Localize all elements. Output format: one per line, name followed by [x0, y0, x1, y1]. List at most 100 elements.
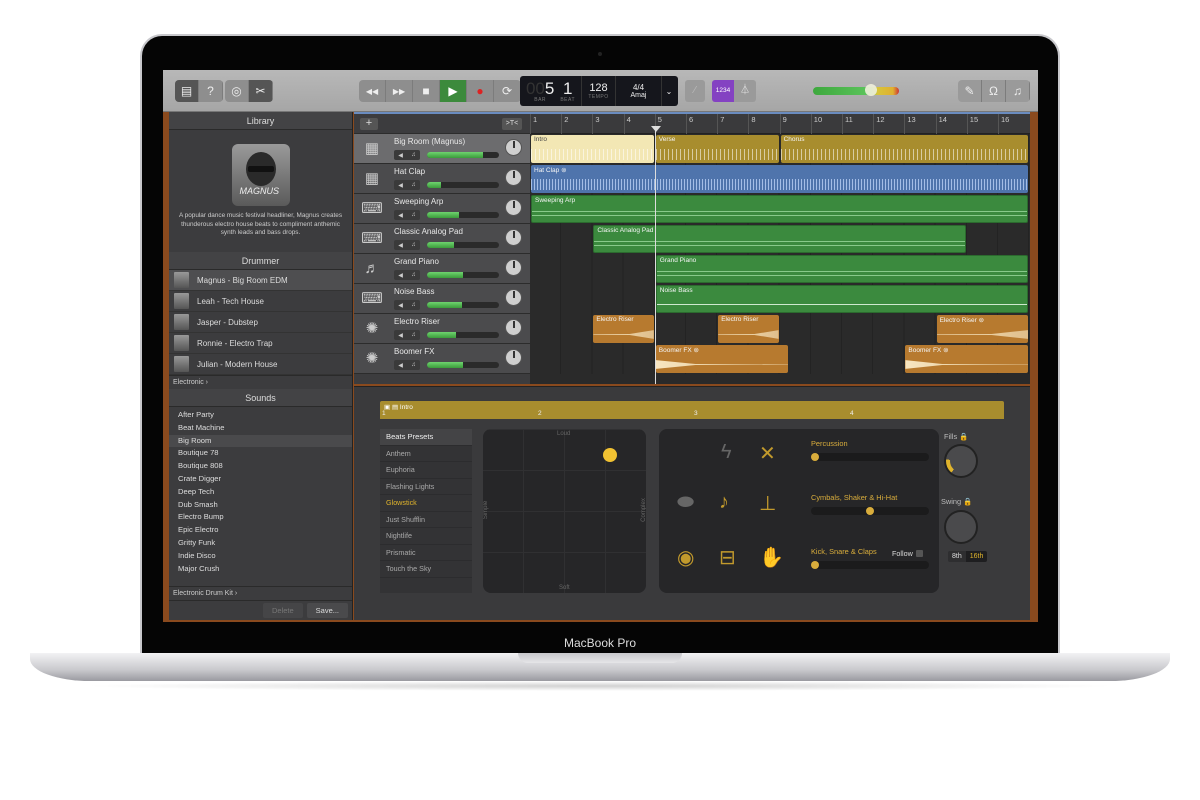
stop-button[interactable]: ■ [413, 80, 440, 102]
region[interactable]: Sweeping Arp [531, 195, 1029, 223]
lcd-display[interactable]: 005 BAR 1 BEAT 128 TEMPO 4/4 Amaj ⌄ [520, 76, 678, 106]
preset-item[interactable]: Just Shufflin [380, 512, 472, 528]
sound-item[interactable]: Indie Disco [169, 550, 352, 563]
kit-selector[interactable]: Electronic Drum Kit › [169, 586, 352, 600]
drummer-item[interactable]: Jasper - Dubstep [169, 312, 352, 333]
track-header[interactable]: ✺ Boomer FX ◀ ♫ [354, 344, 530, 374]
solo-headphones-button[interactable]: ♫ [411, 182, 416, 188]
kit-slider-thumb[interactable] [866, 507, 874, 515]
region[interactable]: Boomer FX ⊚ [655, 345, 788, 373]
preset-item[interactable]: Nightlife [380, 528, 472, 545]
sound-item[interactable]: Beat Machine [169, 422, 352, 435]
fills-knob[interactable] [944, 444, 978, 478]
region[interactable]: Grand Piano [655, 255, 1029, 283]
solo-headphones-button[interactable]: ♫ [411, 152, 416, 158]
tuner-button[interactable]: ⁄ [685, 80, 705, 102]
play-button[interactable]: ▶ [440, 80, 467, 102]
track-volume-slider[interactable] [427, 212, 499, 218]
cycle-button[interactable]: ⟳ [494, 80, 521, 102]
mute-button[interactable]: ◀ [398, 152, 403, 159]
mute-button[interactable]: ◀ [398, 272, 403, 279]
mute-button[interactable]: ◀ [398, 242, 403, 249]
sound-item[interactable]: After Party [169, 409, 352, 422]
sound-item[interactable]: Boutique 808 [169, 460, 352, 473]
solo-headphones-button[interactable]: ♫ [411, 362, 416, 368]
record-button[interactable]: ● [467, 80, 494, 102]
maraca-icon[interactable]: ♪ [719, 491, 729, 514]
follow-checkbox[interactable] [915, 550, 923, 557]
track-volume-slider[interactable] [427, 242, 499, 248]
swing-option-16th[interactable]: 16th [965, 551, 988, 562]
track-volume-slider[interactable] [427, 152, 499, 158]
sound-item[interactable]: Crate Digger [169, 473, 352, 486]
track-filter-button[interactable]: >T< [502, 118, 522, 130]
master-volume-slider[interactable] [813, 84, 899, 96]
sound-item[interactable]: Deep Tech [169, 486, 352, 499]
preset-item[interactable]: Euphoria [380, 462, 472, 479]
kit-slider[interactable] [811, 453, 929, 461]
swing-knob[interactable] [944, 510, 978, 544]
preset-item[interactable]: Prismatic [380, 545, 472, 561]
region[interactable]: Boomer FX ⊚ [905, 345, 1029, 373]
region[interactable]: Electro Riser [718, 315, 779, 343]
track-volume-slider[interactable] [427, 332, 499, 338]
mute-button[interactable]: ◀ [398, 212, 403, 219]
track-header[interactable]: ⌨ Classic Analog Pad ◀ ♫ [354, 224, 530, 254]
track-header[interactable]: ⌨ Noise Bass ◀ ♫ [354, 284, 530, 314]
kit-slider[interactable] [811, 507, 929, 515]
add-track-button[interactable]: + [360, 118, 378, 130]
drummer-item[interactable]: Leah - Tech House [169, 291, 352, 312]
mute-button[interactable]: ◀ [398, 362, 403, 369]
track-volume-slider[interactable] [427, 182, 499, 188]
follow-toggle[interactable]: Follow [892, 549, 923, 558]
preset-item[interactable]: Flashing Lights [380, 479, 472, 495]
master-volume-knob[interactable] [865, 84, 878, 96]
region[interactable]: Electro Riser ⊚ [936, 315, 1029, 343]
region[interactable]: Chorus [780, 135, 1029, 163]
sound-item[interactable]: Major Crush [169, 563, 352, 576]
preset-item[interactable]: Anthem [380, 446, 472, 462]
sound-item[interactable]: Epic Electro [169, 524, 352, 537]
preset-item[interactable]: Glowstick [380, 495, 472, 512]
rewind-button[interactable]: ◀◀ [359, 80, 386, 102]
xy-pad[interactable]: Loud Soft Simple Complex [483, 429, 646, 593]
loops-button[interactable]: Ω [982, 80, 1006, 102]
pan-knob[interactable] [505, 259, 522, 276]
count-in-button[interactable]: 1234 [712, 80, 734, 102]
track-volume-slider[interactable] [427, 362, 499, 368]
swing-option-8th[interactable]: 8th [948, 551, 966, 562]
pan-knob[interactable] [505, 289, 522, 306]
kick-icon[interactable]: ◉ [677, 545, 694, 570]
mute-button[interactable]: ◀ [398, 332, 403, 339]
track-header[interactable]: ▦ Big Room (Magnus) ◀ ♫ [354, 134, 530, 164]
genre-selector[interactable]: Electronic › [169, 375, 352, 389]
solo-headphones-button[interactable]: ♫ [411, 272, 416, 278]
drummer-item[interactable]: Magnus - Big Room EDM [169, 270, 352, 291]
solo-headphones-button[interactable]: ♫ [411, 242, 416, 248]
notepad-button[interactable]: ✎ [958, 80, 982, 102]
track-header[interactable]: ▦ Hat Clap ◀ ♫ [354, 164, 530, 194]
sound-item[interactable]: Dub Smash [169, 499, 352, 512]
fast-forward-button[interactable]: ▶▶ [386, 80, 413, 102]
playhead-handle[interactable] [650, 126, 661, 132]
solo-headphones-button[interactable]: ♫ [411, 332, 416, 338]
drummer-item[interactable]: Ronnie - Electro Trap [169, 333, 352, 354]
track-header[interactable]: ♬ Grand Piano ◀ ♫ [354, 254, 530, 284]
media-browser-button[interactable]: ♫ [1006, 80, 1030, 102]
region[interactable]: Hat Clap ⊚ [531, 165, 1029, 193]
metronome-button[interactable]: ⏃ [734, 80, 756, 102]
region[interactable]: Noise Bass [655, 285, 1029, 313]
mute-button[interactable]: ◀ [398, 182, 403, 189]
snare-icon[interactable]: ⊟ [719, 545, 736, 570]
editors-button[interactable]: ✂ [249, 80, 273, 102]
kit-slider[interactable] [811, 561, 929, 569]
sound-item[interactable]: Boutique 78 [169, 447, 352, 460]
preset-item[interactable]: Touch the Sky [380, 561, 472, 578]
lightning-icon[interactable]: ϟ [721, 441, 732, 464]
pan-knob[interactable] [505, 139, 522, 156]
sound-item[interactable]: Gritty Funk [169, 537, 352, 550]
drummer-item[interactable]: Julian - Modern House [169, 354, 352, 375]
sticks-icon[interactable]: ✕ [759, 441, 776, 466]
pan-knob[interactable] [505, 199, 522, 216]
track-header[interactable]: ⌨ Sweeping Arp ◀ ♫ [354, 194, 530, 224]
